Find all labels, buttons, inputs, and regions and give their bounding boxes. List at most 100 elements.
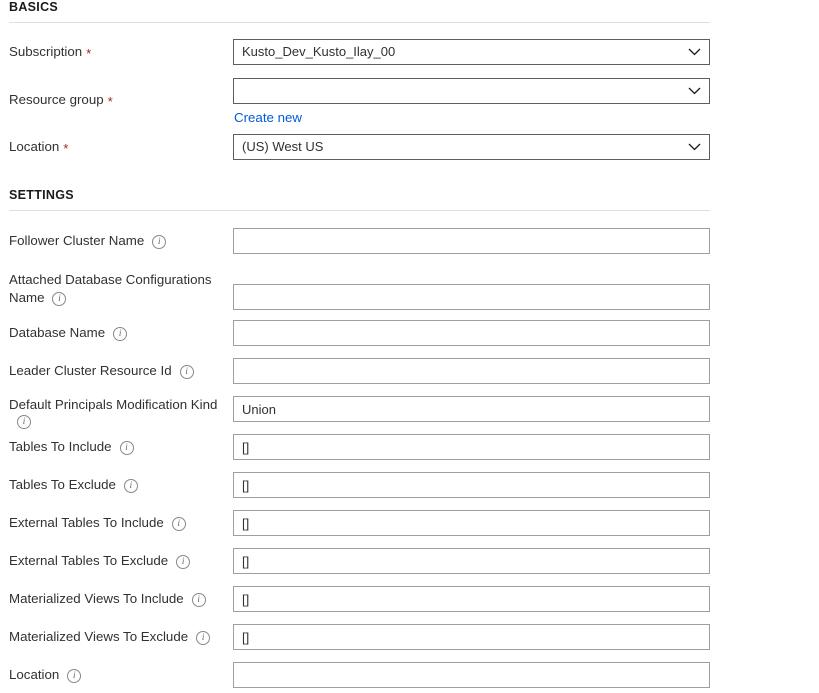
section-settings: SETTINGS <box>0 188 819 211</box>
chevron-down-icon <box>679 135 709 159</box>
field-database-name <box>233 320 710 346</box>
section-title-settings: SETTINGS <box>0 188 819 202</box>
location-dropdown-value: (US) West US <box>234 135 679 159</box>
label-materialized-views-to-exclude-text: Materialized Views To Exclude <box>9 628 188 646</box>
field-tables-to-exclude <box>233 472 710 498</box>
database-name-input[interactable] <box>233 320 710 346</box>
tables-to-include-input[interactable] <box>233 434 710 460</box>
label-attached-database-configurations-name: Attached Database Configurations Namei <box>0 268 224 312</box>
label-resource-group-text: Resource group <box>9 91 104 109</box>
field-settings-location <box>233 662 710 688</box>
external-tables-to-include-input[interactable] <box>233 510 710 536</box>
info-icon[interactable]: i <box>176 555 190 569</box>
external-tables-to-exclude-input[interactable] <box>233 548 710 574</box>
section-title-basics: BASICS <box>0 0 819 14</box>
section-basics: BASICS <box>0 0 819 23</box>
field-tables-to-include <box>233 434 710 460</box>
info-icon[interactable]: i <box>67 669 81 683</box>
label-external-tables-to-exclude-text: External Tables To Exclude <box>9 552 168 570</box>
label-tables-to-include-text: Tables To Include <box>9 438 112 456</box>
label-location-text: Location <box>9 138 59 156</box>
subscription-dropdown[interactable]: Kusto_Dev_Kusto_Ilay_00 <box>233 39 710 65</box>
materialized-views-to-include-input[interactable] <box>233 586 710 612</box>
materialized-views-to-exclude-input[interactable] <box>233 624 710 650</box>
field-follower-cluster-name <box>233 228 710 254</box>
label-subscription-text: Subscription <box>9 43 82 61</box>
subscription-dropdown-value: Kusto_Dev_Kusto_Ilay_00 <box>234 40 679 64</box>
label-leader-cluster-resource-id: Leader Cluster Resource Id i <box>0 358 224 384</box>
resource-group-dropdown[interactable] <box>233 78 710 104</box>
required-marker-resource-group: * <box>108 95 113 108</box>
label-tables-to-include: Tables To Include i <box>0 434 224 460</box>
label-tables-to-exclude-text: Tables To Exclude <box>9 476 116 494</box>
info-icon[interactable]: i <box>172 517 186 531</box>
field-materialized-views-to-exclude <box>233 624 710 650</box>
info-icon[interactable]: i <box>196 631 210 645</box>
label-default-principals-modification-kind-text: Default Principals Modification Kind <box>9 396 217 414</box>
label-leader-cluster-resource-id-text: Leader Cluster Resource Id <box>9 362 172 380</box>
label-settings-location-text: Location <box>9 666 59 684</box>
info-icon[interactable]: i <box>113 327 127 341</box>
field-materialized-views-to-include <box>233 586 710 612</box>
label-external-tables-to-include: External Tables To Include i <box>0 510 224 536</box>
settings-location-input[interactable] <box>233 662 710 688</box>
follower-cluster-name-input[interactable] <box>233 228 710 254</box>
field-attached-database-configurations-name <box>233 284 710 310</box>
label-follower-cluster-name: Follower Cluster Name i <box>0 228 224 254</box>
field-row-follower-cluster-name: Follower Cluster Name i <box>0 228 710 254</box>
field-row-subscription: Subscription * Kusto_Dev_Kusto_Ilay_00 <box>0 39 710 65</box>
field-leader-cluster-resource-id <box>233 358 710 384</box>
attached-database-configurations-name-input[interactable] <box>233 284 710 310</box>
tables-to-exclude-input[interactable] <box>233 472 710 498</box>
label-follower-cluster-name-text: Follower Cluster Name <box>9 232 144 250</box>
label-default-principals-modification-kind: Default Principals Modification Kind i <box>0 396 224 422</box>
info-icon[interactable]: i <box>180 365 194 379</box>
field-row-location: Location * (US) West US <box>0 134 710 160</box>
label-materialized-views-to-include: Materialized Views To Include i <box>0 586 224 612</box>
field-external-tables-to-include <box>233 510 710 536</box>
default-principals-modification-kind-input[interactable] <box>233 396 710 422</box>
info-icon[interactable]: i <box>17 415 31 429</box>
label-tables-to-exclude: Tables To Exclude i <box>0 472 224 498</box>
section-divider-basics <box>9 22 710 23</box>
field-row-external-tables-to-exclude: External Tables To Exclude i <box>0 548 710 574</box>
field-row-tables-to-exclude: Tables To Exclude i <box>0 472 710 498</box>
chevron-down-icon <box>679 79 709 103</box>
create-new-resource-group-link[interactable]: Create new <box>233 110 302 126</box>
chevron-down-icon <box>679 40 709 64</box>
leader-cluster-resource-id-input[interactable] <box>233 358 710 384</box>
info-icon[interactable]: i <box>192 593 206 607</box>
label-database-name: Database Name i <box>0 320 224 346</box>
field-location: (US) West US <box>233 134 710 160</box>
info-icon[interactable]: i <box>124 479 138 493</box>
label-materialized-views-to-exclude: Materialized Views To Exclude i <box>0 624 224 650</box>
field-row-default-principals-modification-kind: Default Principals Modification Kind i <box>0 396 224 422</box>
label-subscription: Subscription * <box>0 39 224 65</box>
field-row-materialized-views-to-exclude: Materialized Views To Exclude i <box>0 624 710 650</box>
field-row-external-tables-to-include: External Tables To Include i <box>0 510 710 536</box>
field-row-materialized-views-to-include: Materialized Views To Include i <box>0 586 710 612</box>
info-icon[interactable]: i <box>120 441 134 455</box>
field-row-attached-database-configurations-name: Attached Database Configurations Namei <box>0 268 710 312</box>
label-external-tables-to-exclude: External Tables To Exclude i <box>0 548 224 574</box>
label-settings-location: Location i <box>0 662 224 688</box>
location-dropdown[interactable]: (US) West US <box>233 134 710 160</box>
section-divider-settings <box>9 210 710 211</box>
field-subscription: Kusto_Dev_Kusto_Ilay_00 <box>233 39 710 65</box>
label-location: Location * <box>0 134 224 160</box>
label-materialized-views-to-include-text: Materialized Views To Include <box>9 590 184 608</box>
field-external-tables-to-exclude <box>233 548 710 574</box>
field-row-tables-to-include: Tables To Include i <box>0 434 710 460</box>
field-resource-group: Create new <box>233 78 710 127</box>
field-default-principals-modification-kind <box>233 396 710 422</box>
required-marker-subscription: * <box>86 47 91 60</box>
info-icon[interactable]: i <box>52 292 66 306</box>
label-external-tables-to-include-text: External Tables To Include <box>9 514 164 532</box>
field-row-database-name: Database Name i <box>0 320 710 346</box>
field-row-leader-cluster-resource-id: Leader Cluster Resource Id i <box>0 358 710 384</box>
info-icon[interactable]: i <box>152 235 166 249</box>
label-resource-group: Resource group * <box>0 78 224 122</box>
required-marker-location: * <box>63 142 68 155</box>
field-row-resource-group: Resource group * Create new <box>0 78 710 127</box>
field-row-settings-location: Location i <box>0 662 710 688</box>
